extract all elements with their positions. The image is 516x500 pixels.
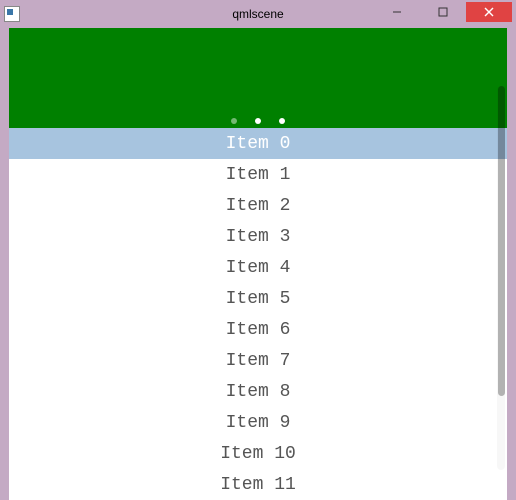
header-panel[interactable] xyxy=(9,28,507,128)
maximize-icon xyxy=(438,7,448,17)
minimize-button[interactable] xyxy=(374,2,420,22)
list-item[interactable]: Item 11 xyxy=(9,469,507,500)
window-title: qmlscene xyxy=(232,7,283,21)
list-item-label: Item 4 xyxy=(226,258,291,278)
page-indicator[interactable] xyxy=(231,118,285,124)
window-controls xyxy=(374,6,512,22)
app-icon xyxy=(4,6,20,22)
list-item[interactable]: Item 8 xyxy=(9,376,507,407)
list-item-label: Item 9 xyxy=(226,413,291,433)
list-item-label: Item 7 xyxy=(226,351,291,371)
maximize-button[interactable] xyxy=(420,2,466,22)
list-item-label: Item 2 xyxy=(226,196,291,216)
list-item[interactable]: Item 4 xyxy=(9,252,507,283)
list-view[interactable]: Item 0 Item 1 Item 2 Item 3 Item 4 Item … xyxy=(9,128,507,500)
page-dot-2[interactable] xyxy=(279,118,285,124)
page-dot-0[interactable] xyxy=(231,118,237,124)
close-icon xyxy=(484,7,494,17)
list-item[interactable]: Item 6 xyxy=(9,314,507,345)
list-item[interactable]: Item 10 xyxy=(9,438,507,469)
list-item[interactable]: Item 9 xyxy=(9,407,507,438)
list-item-label: Item 8 xyxy=(226,382,291,402)
list-item[interactable]: Item 5 xyxy=(9,283,507,314)
list-item-label: Item 1 xyxy=(226,165,291,185)
list-item[interactable]: Item 3 xyxy=(9,221,507,252)
list-item[interactable]: Item 0 xyxy=(9,128,507,159)
list-item-label: Item 3 xyxy=(226,227,291,247)
list-item-label: Item 5 xyxy=(226,289,291,309)
list-item-label: Item 11 xyxy=(220,475,296,495)
list-item[interactable]: Item 1 xyxy=(9,159,507,190)
close-button[interactable] xyxy=(466,2,512,22)
list-item[interactable]: Item 2 xyxy=(9,190,507,221)
scrollbar-thumb[interactable] xyxy=(498,86,505,396)
page-dot-1[interactable] xyxy=(255,118,261,124)
list-item-label: Item 0 xyxy=(226,134,291,154)
list-item[interactable]: Item 7 xyxy=(9,345,507,376)
titlebar[interactable]: qmlscene xyxy=(0,0,516,28)
minimize-icon xyxy=(392,7,402,17)
list-item-label: Item 6 xyxy=(226,320,291,340)
client-area: Item 0 Item 1 Item 2 Item 3 Item 4 Item … xyxy=(9,28,507,500)
list-item-label: Item 10 xyxy=(220,444,296,464)
